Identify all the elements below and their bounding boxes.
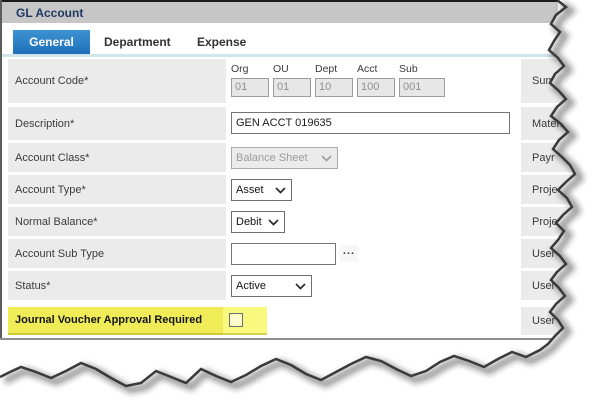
code-seg-acct: Acct 100 [357, 63, 395, 97]
tab-general[interactable]: General [13, 30, 90, 54]
acct-mini-label: Acct [357, 63, 395, 75]
account-code-label: Account Code* [8, 59, 226, 103]
account-sub-type-input[interactable] [231, 243, 336, 265]
right-label-payroll: Payr [521, 143, 583, 172]
screenshot-root: GL Account General Department Expense Ac… [0, 0, 601, 405]
code-seg-dept: Dept 10 [315, 63, 353, 97]
chevron-down-icon [295, 283, 306, 290]
status-label: Status* [8, 271, 226, 300]
acct-input: 100 [357, 78, 395, 97]
right-label-project-2: Proje [521, 207, 583, 236]
tab-department[interactable]: Department [104, 30, 171, 54]
account-sub-type-label: Account Sub Type [8, 239, 226, 268]
right-label-user-def-2: User D [521, 271, 583, 300]
right-label-material: Materi [521, 107, 583, 140]
right-label-summary: Summ [521, 59, 583, 103]
account-class-value: Balance Sheet [236, 152, 308, 164]
tab-general-label: General [29, 35, 74, 49]
status-value: Active [236, 280, 266, 292]
normal-balance-label: Normal Balance* [8, 207, 226, 236]
right-label-project-1: Project [521, 175, 583, 204]
window-title: GL Account [16, 6, 83, 20]
jv-approval-label: Journal Voucher Approval Required [8, 307, 202, 333]
description-input[interactable]: GEN ACCT 019635 [231, 112, 510, 134]
dept-mini-label: Dept [315, 63, 353, 75]
window-bottom-border [0, 338, 556, 340]
window-left-border [0, 0, 2, 340]
sub-input: 001 [399, 78, 445, 97]
code-seg-org: Org 01 [231, 63, 269, 97]
code-seg-sub: Sub 001 [399, 63, 445, 97]
chevron-down-icon [275, 187, 286, 194]
code-seg-ou: OU 01 [273, 63, 311, 97]
account-class-select: Balance Sheet [231, 147, 338, 169]
lookup-ellipsis-button[interactable]: ... [340, 245, 358, 262]
sub-mini-label: Sub [399, 63, 445, 75]
right-label-user-def-3: User [521, 307, 583, 335]
tab-department-label: Department [104, 35, 171, 49]
account-type-select[interactable]: Asset [231, 179, 292, 201]
status-select[interactable]: Active [231, 275, 312, 297]
normal-balance-select[interactable]: Debit [231, 211, 285, 233]
tab-underline-decoration [2, 54, 558, 57]
account-class-label: Account Class* [8, 143, 226, 172]
tab-expense[interactable]: Expense [197, 30, 246, 54]
account-type-label: Account Type* [8, 175, 226, 204]
org-mini-label: Org [231, 63, 269, 75]
account-type-value: Asset [236, 184, 264, 196]
chevron-down-icon [268, 219, 279, 226]
ou-mini-label: OU [273, 63, 311, 75]
window-titlebar: GL Account [2, 2, 558, 23]
chevron-down-icon [321, 155, 332, 162]
dept-input: 10 [315, 78, 353, 97]
org-input: 01 [231, 78, 269, 97]
tab-expense-label: Expense [197, 35, 246, 49]
normal-balance-value: Debit [236, 216, 262, 228]
ou-input: 01 [273, 78, 311, 97]
jv-approval-checkbox[interactable] [229, 313, 243, 327]
right-label-user-def-1: User D [521, 239, 583, 268]
description-label: Description* [8, 107, 226, 140]
